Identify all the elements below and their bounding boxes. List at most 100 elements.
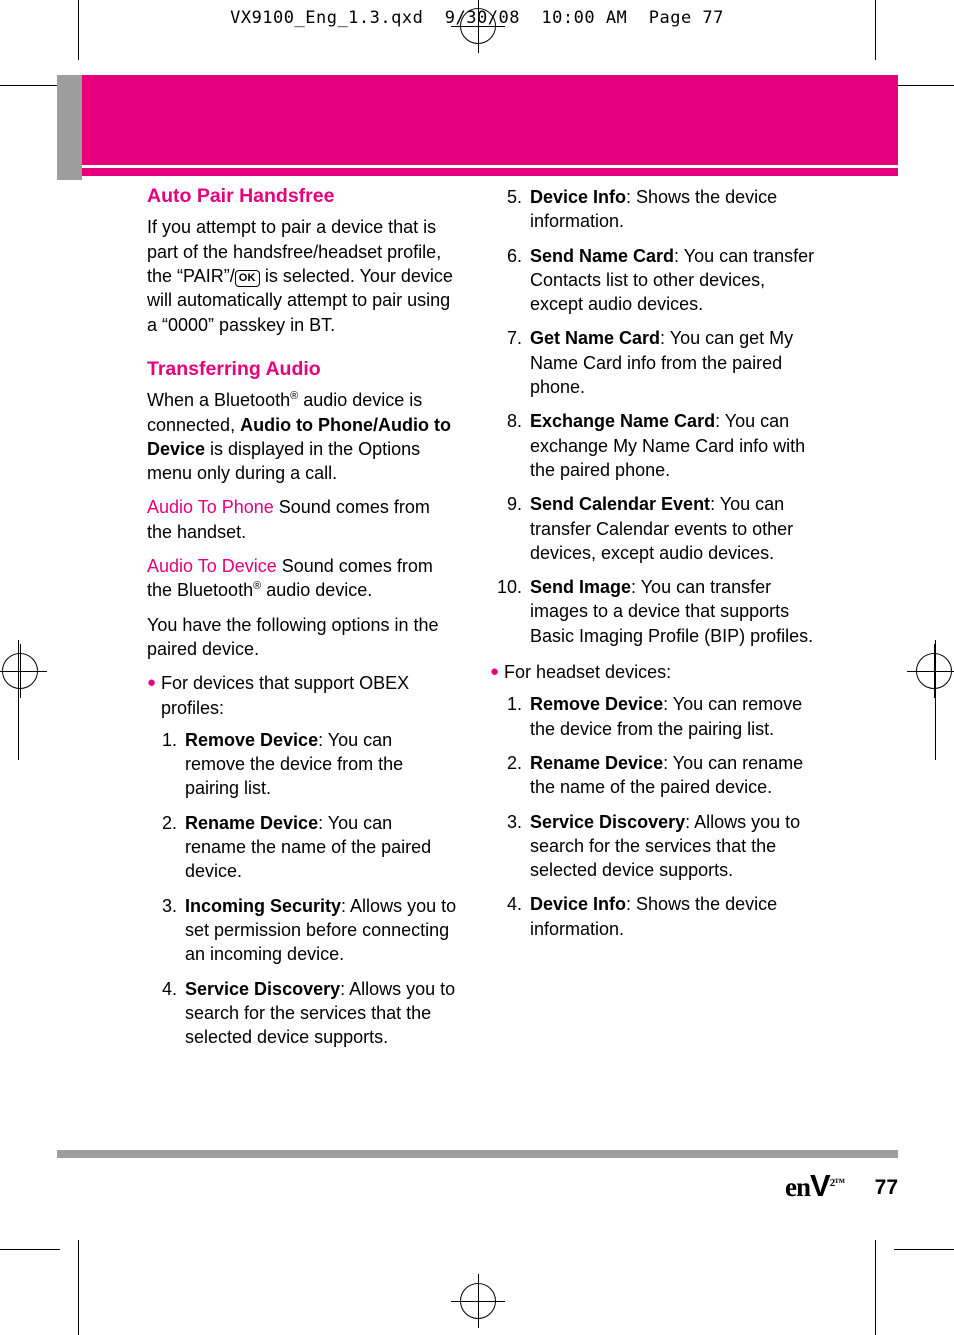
obex-options-list-continued: 5. Device Info: Shows the device informa…	[490, 185, 820, 648]
auto-pair-paragraph: If you attempt to pair a device that is …	[147, 215, 457, 336]
list-item-bold: Incoming Security	[185, 895, 342, 916]
list-item: 4. Service Discovery: Allows you to sear…	[147, 977, 457, 1050]
list-item-number: 3.	[161, 895, 177, 916]
logo-text-v: V	[810, 1168, 831, 1203]
list-item-number: 8.	[506, 411, 522, 432]
page-number: 77	[874, 1176, 898, 1199]
options-intro-paragraph: You have the following options in the pa…	[147, 614, 439, 659]
list-item-number: 1.	[161, 729, 177, 750]
list-item-text: Exchange Name Card: You can exchange My …	[530, 409, 820, 482]
list-item: 3. Incoming Security: Allows you to set …	[147, 894, 457, 967]
list-item: 2. Rename Device: You can rename the nam…	[490, 751, 820, 800]
list-item-text: Get Name Card: You can get My Name Card …	[530, 326, 820, 399]
header-underline	[82, 168, 898, 176]
list-item-number: 4.	[506, 894, 522, 915]
left-column: Auto Pair Handsfree If you attempt to pa…	[147, 185, 457, 1059]
list-item: 1. Remove Device: You can remove the dev…	[490, 692, 820, 741]
transferring-audio-paragraph: When a Bluetooth® audio device is connec…	[147, 388, 457, 485]
audio-to-device-desc-2: audio device.	[261, 580, 373, 601]
header-band-shadow	[57, 75, 82, 180]
list-item: 8. Exchange Name Card: You can exchange …	[490, 409, 820, 482]
audio-to-device-term: Audio To Device	[147, 556, 277, 577]
list-item-text: Send Image: You can transfer images to a…	[530, 575, 820, 648]
registration-mark-right	[907, 644, 954, 698]
list-item-bold: Send Name Card	[530, 245, 675, 266]
list-item-bold: Exchange Name Card	[530, 411, 716, 432]
list-item-text: Remove Device: You can remove the device…	[530, 692, 820, 741]
registration-mark-left	[0, 644, 47, 698]
list-item-bold: Send Calendar Event	[530, 494, 711, 515]
crop-mark-left-top	[78, 0, 79, 60]
list-item-number: 9.	[506, 494, 522, 515]
section-title-auto-pair-handsfree: Auto Pair Handsfree	[147, 185, 335, 207]
ok-key-glyph: OK	[234, 269, 260, 287]
audio-to-phone-term: Audio To Phone	[147, 497, 274, 518]
list-item-bold: Rename Device	[185, 812, 319, 833]
list-item-text: Incoming Security: Allows you to set per…	[185, 894, 457, 967]
registration-mark-bottom	[451, 1274, 505, 1328]
list-item-text: Send Calendar Event: You can transfer Ca…	[530, 492, 820, 565]
list-item-text: Service Discovery: Allows you to search …	[185, 977, 457, 1050]
list-item: 1. Remove Device: You can remove the dev…	[147, 728, 457, 801]
bullet-dot-icon: ●	[490, 663, 500, 681]
list-item-bold: Get Name Card	[530, 328, 661, 349]
list-item: 6. Send Name Card: You can transfer Cont…	[490, 244, 820, 317]
audio-to-phone-paragraph: Audio To Phone Sound comes from the hand…	[147, 495, 457, 544]
bullet-dot-icon: ●	[147, 674, 157, 692]
headset-options-list: 1. Remove Device: You can remove the dev…	[490, 692, 820, 941]
header-underline-grey	[57, 168, 82, 176]
header-band	[82, 75, 898, 165]
env2-logo: enV2™	[785, 1168, 845, 1204]
list-item-text: Rename Device: You can rename the name o…	[530, 751, 820, 800]
crop-mark-bottom-right	[894, 1249, 954, 1250]
list-item-bold: Device Info	[530, 187, 627, 207]
crop-mark-right-bottom	[875, 1240, 876, 1335]
obex-options-list: 1. Remove Device: You can remove the dev…	[147, 728, 457, 1050]
list-item-number: 10.	[496, 577, 522, 598]
transferring-audio-part1: When a Bluetooth	[147, 390, 291, 411]
headset-bullet-row: ● For headset devices:	[490, 660, 820, 684]
logo-text-en: en	[785, 1172, 811, 1202]
crop-mark-right-top	[875, 0, 876, 60]
list-item-number: 5.	[506, 187, 522, 207]
list-item-number: 7.	[506, 328, 522, 349]
list-item: 10. Send Image: You can transfer images …	[490, 575, 820, 648]
list-item-bold: Device Info	[530, 894, 627, 915]
audio-to-device-paragraph: Audio To Device Sound comes from the Blu…	[147, 554, 457, 603]
page-footer: enV2™ 77	[0, 1168, 898, 1204]
list-item: 9. Send Calendar Event: You can transfer…	[490, 492, 820, 565]
list-item: 4. Device Info: Shows the device informa…	[490, 892, 820, 941]
list-item-bold: Service Discovery	[530, 811, 686, 832]
list-item-number: 1.	[506, 694, 522, 715]
crop-mark-left-bottom	[78, 1240, 79, 1335]
registration-mark-top	[451, 0, 505, 53]
crop-mark-bottom-left	[0, 1249, 60, 1250]
list-item-text: Device Info: Shows the device informatio…	[530, 892, 820, 941]
list-item-text: Rename Device: You can rename the name o…	[185, 811, 457, 884]
list-item-number: 3.	[506, 811, 522, 832]
right-column: 5. Device Info: Shows the device informa…	[490, 185, 820, 951]
list-item-text: Device Info: Shows the device informatio…	[530, 185, 820, 234]
list-item-text: Service Discovery: Allows you to search …	[530, 810, 820, 883]
registered-trademark-icon-2: ®	[253, 580, 262, 593]
list-item-number: 6.	[506, 245, 522, 266]
list-item-number: 2.	[161, 812, 177, 833]
list-item: 2. Rename Device: You can rename the nam…	[147, 811, 457, 884]
section-title-transferring-audio: Transferring Audio	[147, 357, 321, 380]
obex-bullet-row: ● For devices that support OBEX profiles…	[147, 671, 457, 720]
list-item: 3. Service Discovery: Allows you to sear…	[490, 810, 820, 883]
list-item: 5. Device Info: Shows the device informa…	[490, 185, 820, 234]
crop-mark-top-right	[894, 85, 954, 86]
headset-bullet-text: For headset devices:	[504, 662, 672, 683]
list-item-text: Remove Device: You can remove the device…	[185, 728, 457, 801]
footer-divider-bar	[57, 1150, 898, 1158]
list-item-bold: Remove Device	[185, 729, 319, 750]
list-item-bold: Service Discovery	[185, 978, 341, 999]
list-item-bold: Send Image	[530, 577, 632, 598]
obex-bullet-text: For devices that support OBEX profiles:	[161, 673, 410, 718]
list-item-bold: Remove Device	[530, 694, 664, 715]
list-item: 7. Get Name Card: You can get My Name Ca…	[490, 326, 820, 399]
trademark-icon: ™	[834, 1177, 845, 1189]
registered-trademark-icon: ®	[290, 390, 299, 403]
crop-mark-top-left	[0, 85, 60, 86]
